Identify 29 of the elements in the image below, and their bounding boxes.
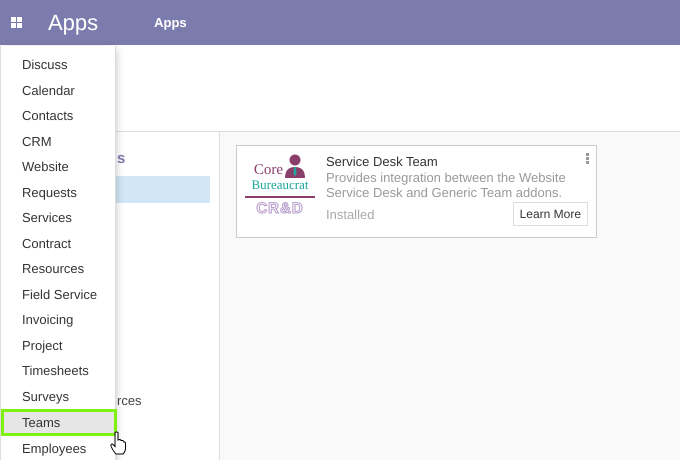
menu-item[interactable]: Website (1, 154, 115, 180)
menu-item[interactable]: Contacts (1, 103, 115, 128)
menu-item[interactable]: Invoicing (1, 307, 115, 332)
menu-link[interactable]: Apps (154, 15, 187, 30)
apps-menu-icon[interactable] (11, 17, 22, 28)
logo-text: Core (254, 162, 284, 178)
menu-item[interactable]: Surveys (1, 384, 115, 409)
menu-item[interactable]: Discuss (1, 52, 115, 78)
menu-item[interactable]: Timesheets (1, 358, 115, 384)
menu-item[interactable]: Contract (1, 230, 115, 256)
menu-item[interactable]: Calendar (1, 78, 115, 103)
sidebar-heading: s (117, 150, 126, 169)
menu-item[interactable]: Teams (1, 409, 117, 436)
app-title: Service Desk Team (326, 154, 439, 170)
learn-more-button[interactable]: Learn More (512, 202, 588, 226)
more-options-icon[interactable] (586, 153, 589, 164)
app-description: Provides integration between the Website Service Desk and Generic Team addons. (326, 170, 567, 200)
sidebar-item[interactable]: rces (117, 387, 142, 414)
menu-item[interactable]: CRM (1, 128, 115, 154)
logo-text: CR&D (256, 200, 304, 218)
menu-item[interactable]: Resources (1, 256, 115, 282)
app-title: Apps (48, 10, 98, 36)
status-label: Installed (326, 206, 374, 222)
menu-item[interactable]: Services (1, 205, 115, 230)
logo-text: Bureaucrat (251, 178, 309, 192)
menu-item[interactable]: Project (1, 332, 115, 358)
menu-item[interactable]: Requests (1, 180, 115, 205)
person-icon (284, 154, 306, 178)
menu-item[interactable]: Field Service (1, 282, 115, 307)
